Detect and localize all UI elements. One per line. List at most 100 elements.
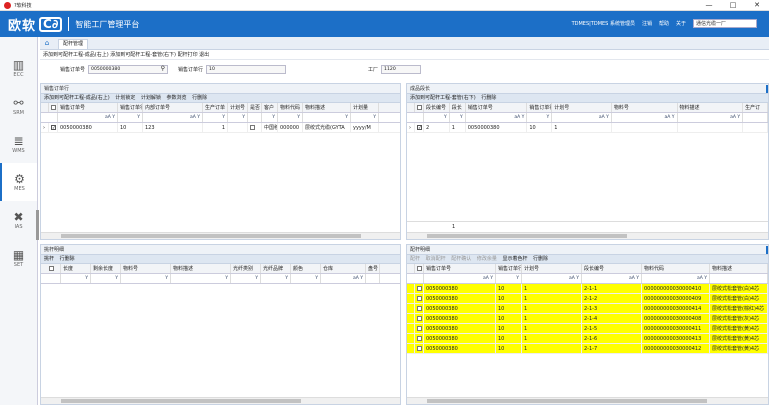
filter-cell[interactable]: Y <box>527 113 553 122</box>
col-header[interactable]: 计划量 <box>351 103 379 112</box>
filter-icon[interactable]: Y <box>737 115 740 120</box>
panel-resize-edge[interactable] <box>766 85 768 93</box>
edit-margin-button[interactable]: 修改余量 <box>477 256 497 262</box>
filter-icon[interactable]: Y <box>345 115 348 120</box>
case-icon[interactable]: aA <box>697 276 703 281</box>
filter-icon[interactable]: Y <box>165 276 168 281</box>
row-checkbox[interactable] <box>417 296 422 301</box>
cancel-rod-button[interactable]: 取消配杆 <box>426 256 446 262</box>
filter-cell[interactable]: aA Y <box>642 274 710 283</box>
filter-icon[interactable]: Y <box>115 276 118 281</box>
filter-cell[interactable]: Y <box>118 113 143 122</box>
plan-lock-button[interactable]: 计划锁定 <box>115 95 135 101</box>
filter-cell[interactable]: Y <box>228 113 248 122</box>
row-checkbox[interactable] <box>417 346 422 351</box>
filter-cell[interactable]: Y <box>262 113 278 122</box>
maximize-icon[interactable]: □ <box>721 0 745 11</box>
cell[interactable] <box>248 123 262 132</box>
filter-icon[interactable]: Y <box>444 115 447 120</box>
col-header[interactable]: 销售订单行 <box>496 264 522 273</box>
case-icon[interactable]: aA <box>569 276 575 281</box>
row-checkbox[interactable] <box>417 326 422 331</box>
col-header[interactable]: 销售订单行 <box>527 103 553 112</box>
col-header[interactable]: 颜色 <box>291 264 321 273</box>
filter-icon[interactable]: Y <box>137 115 140 120</box>
col-header[interactable]: 仓库 <box>321 264 366 273</box>
select-all-checkbox[interactable] <box>51 105 56 110</box>
case-icon[interactable]: aA <box>599 115 605 120</box>
row-checkbox[interactable] <box>416 124 422 132</box>
col-header[interactable]: 物料代码 <box>278 103 303 112</box>
filter-icon[interactable]: Y <box>576 276 579 281</box>
row-checkbox[interactable] <box>417 286 422 291</box>
filter-cell[interactable]: Y <box>91 274 121 283</box>
filter-cell[interactable]: aA Y <box>58 113 118 122</box>
select-all-checkbox[interactable] <box>417 266 422 271</box>
filter-icon[interactable]: Y <box>255 276 258 281</box>
col-header[interactable]: 光纤类别 <box>231 264 261 273</box>
table-row[interactable]: › 2 1 0050000380 10 1 <box>407 123 768 133</box>
row-checkbox[interactable] <box>417 336 422 341</box>
sidebar-item-wms[interactable]: ≣ WMS <box>0 125 37 163</box>
col-header[interactable]: 光纤品牌 <box>261 264 291 273</box>
select-all-checkbox[interactable] <box>49 266 54 271</box>
filter-cell[interactable]: Y <box>203 113 228 122</box>
col-header[interactable]: 段长 <box>450 103 466 112</box>
table-row[interactable]: 0050000380 10 1 2-1-7 000000000030000412 层绞式松… <box>407 344 768 354</box>
horizontal-scrollbar[interactable] <box>407 397 768 404</box>
row-check[interactable] <box>415 294 424 303</box>
tab-current[interactable]: 配杆管理 <box>58 39 89 49</box>
col-header[interactable]: 物料代码 <box>642 264 710 273</box>
filter-cell[interactable]: aA Y <box>582 274 642 283</box>
filter-cell[interactable]: Y <box>303 113 351 122</box>
row-check[interactable] <box>415 314 424 323</box>
filter-icon[interactable]: Y <box>636 276 639 281</box>
row-check[interactable] <box>415 334 424 343</box>
filter-icon[interactable]: Y <box>297 115 300 120</box>
col-header[interactable]: 销售订单号 <box>58 103 118 112</box>
filter-icon[interactable]: Y <box>516 276 519 281</box>
add-tube-button[interactable]: 添加到可配杆工程-套管(右下) <box>410 95 476 101</box>
logout-link[interactable]: 注销 <box>642 20 652 27</box>
sidebar-item-ecc[interactable]: ▥ ECC <box>0 49 37 87</box>
sidebar-item-ias[interactable]: ✖ IAS <box>0 201 37 239</box>
col-header[interactable]: 物料号 <box>612 103 678 112</box>
filter-icon[interactable]: Y <box>112 115 115 120</box>
help-link[interactable]: 帮助 <box>659 20 669 27</box>
main-toolbar[interactable]: 添加到可配杆工程-成品(右上) 添加到可配杆工程-套管(右下) 配杆打印 退出 <box>40 51 769 60</box>
col-header[interactable]: 是否 <box>248 103 262 112</box>
filter-cell[interactable]: aA Y <box>522 274 582 283</box>
col-header[interactable]: 长度 <box>61 264 91 273</box>
table-row[interactable]: 0050000380 10 1 2-1-1 000000000030000410 层绞式松… <box>407 284 768 294</box>
filter-cell[interactable]: Y <box>278 113 303 122</box>
col-header[interactable]: 生产订 <box>743 103 768 112</box>
row-checkbox[interactable] <box>417 316 422 321</box>
table-row[interactable]: 0050000380 10 1 2-1-6 000000000030000413 层绞式松… <box>407 334 768 344</box>
filter-cell[interactable]: Y <box>231 274 261 283</box>
table-row[interactable]: › 0050000380 10 123 1 中国移动 000000 层绞式光缆(… <box>41 123 400 133</box>
table-row[interactable]: 0050000380 10 1 2-1-5 000000000030000411 层绞式松… <box>407 324 768 334</box>
filter-icon[interactable]: Y <box>85 276 88 281</box>
scroll-thumb[interactable] <box>427 234 627 238</box>
col-header[interactable]: 计划号 <box>552 103 612 112</box>
filter-icon[interactable]: Y <box>197 115 200 120</box>
col-header[interactable]: 销售订单号 <box>466 103 528 112</box>
panel-resize-edge[interactable] <box>766 246 768 254</box>
col-header[interactable]: 段长编号 <box>582 264 642 273</box>
horizontal-scrollbar[interactable] <box>41 232 400 239</box>
rod-button[interactable]: 配杆 <box>410 256 420 262</box>
col-check[interactable] <box>415 103 424 112</box>
filter-cell[interactable]: Y <box>171 274 231 283</box>
expand-icon[interactable]: › <box>407 123 415 132</box>
filter-cell[interactable]: aA Y <box>321 274 366 283</box>
filter-icon[interactable]: Y <box>285 276 288 281</box>
scroll-thumb[interactable] <box>61 399 301 403</box>
col-header[interactable]: 内部订单号 <box>143 103 203 112</box>
col-header[interactable]: 物料描述 <box>710 264 768 273</box>
show-color-button[interactable]: 显示着色杆 <box>502 256 527 262</box>
line-input[interactable]: 10 <box>206 64 287 74</box>
col-header[interactable]: 剩余长度 <box>91 264 121 273</box>
filter-cell[interactable]: Y <box>61 274 91 283</box>
row-delete-button[interactable]: 行删除 <box>533 256 548 262</box>
col-header[interactable]: 计划号 <box>228 103 248 112</box>
